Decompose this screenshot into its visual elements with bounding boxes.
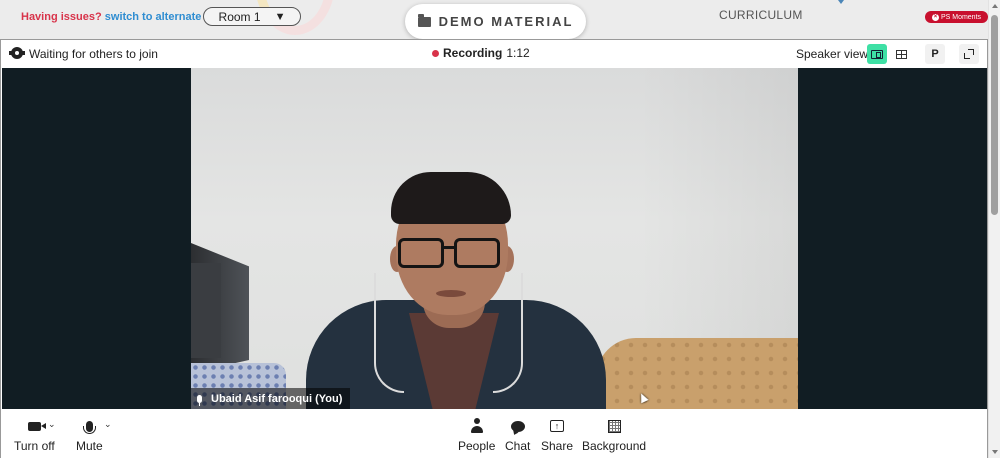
caret-down-icon: ▼	[274, 10, 286, 23]
top-bar: Having issues? switch to alternate room …	[0, 0, 988, 40]
mute-button[interactable]: Mute	[76, 417, 103, 453]
camera-options-chevron-icon[interactable]: ⌄	[48, 419, 56, 430]
person-hair	[391, 172, 511, 224]
people-button[interactable]: People	[458, 417, 495, 453]
recording-time: 1:12	[506, 46, 530, 60]
participant-video[interactable]: Ubaid Asif farooqui (You)	[191, 68, 798, 409]
glasses-right-lens	[454, 238, 500, 268]
view-mode-label: Speaker view	[796, 47, 869, 61]
background-label: Background	[582, 439, 647, 453]
chat-button[interactable]: Chat	[505, 417, 530, 453]
recording-indicator: Recording 1:12	[432, 46, 530, 60]
grid-layout-icon	[895, 49, 907, 59]
microphone-icon	[197, 394, 202, 406]
curriculum-tab[interactable]: CURRICULUM	[719, 8, 803, 22]
person-mouth	[436, 290, 466, 297]
participant-name-tag: Ubaid Asif farooqui (You)	[191, 388, 351, 409]
settings-gear-icon[interactable]	[9, 47, 25, 59]
issues-text: Having issues?	[21, 11, 102, 23]
earphone-wire-left	[374, 273, 404, 393]
chat-label: Chat	[505, 439, 531, 453]
speaker-layout-icon	[871, 49, 883, 59]
mute-label: Mute	[76, 439, 103, 453]
meeting-header: Waiting for others to join Recording 1:1…	[1, 40, 987, 68]
grid-view-button[interactable]	[891, 44, 911, 64]
meeting-status: Waiting for others to join	[29, 47, 158, 61]
mic-options-chevron-icon[interactable]: ⌄	[104, 419, 112, 430]
background-tv-screen	[191, 263, 221, 358]
background-pattern-icon	[607, 419, 621, 433]
demo-material-label: DEMO MATERIAL	[438, 14, 574, 29]
page-scrollbar[interactable]	[988, 0, 1000, 458]
scroll-down-arrow-icon[interactable]	[992, 450, 998, 454]
share-button[interactable]: ↑ Share	[541, 417, 573, 453]
camera-label: Turn off	[14, 439, 55, 453]
people-icon	[470, 418, 483, 434]
scrollbar-thumb[interactable]	[991, 15, 998, 215]
bottom-toolbar: Turn off ⌄ Mute ⌄ People Chat ↑ Share Ba…	[2, 409, 987, 458]
share-screen-icon: ↑	[550, 420, 565, 432]
glasses-bridge	[442, 246, 456, 249]
ps-moments-label: PS Moments	[940, 13, 982, 21]
scroll-up-arrow-icon[interactable]	[992, 4, 998, 8]
p-button-label: P	[931, 48, 939, 60]
meeting-frame: Waiting for others to join Recording 1:1…	[0, 39, 988, 458]
background-sofa	[596, 338, 798, 409]
room-select-value: Room 1	[218, 9, 261, 24]
recording-label: Recording	[443, 46, 503, 60]
recording-dot-icon	[432, 49, 439, 57]
fullscreen-button[interactable]	[959, 44, 979, 64]
people-label: People	[458, 439, 496, 453]
video-camera-icon	[27, 421, 46, 431]
p-button[interactable]: P	[925, 44, 945, 64]
demo-material-button[interactable]: DEMO MATERIAL	[405, 4, 586, 39]
glasses-left-lens	[398, 238, 444, 268]
issues-notice: Having issues? switch to alternate room	[21, 11, 232, 23]
microphone-icon	[82, 420, 96, 434]
chat-bubble-icon	[510, 420, 525, 432]
participant-name: Ubaid Asif farooqui (You)	[211, 392, 343, 405]
ps-moments-badge[interactable]: × PS Moments	[925, 11, 988, 23]
expand-icon	[964, 49, 974, 59]
share-label: Share	[541, 439, 574, 453]
speaker-view-button[interactable]	[867, 44, 887, 64]
folder-icon	[417, 13, 431, 27]
pointer-triangle-icon	[838, 0, 844, 4]
room-select[interactable]: Room 1 ▼	[203, 7, 301, 26]
close-circle-icon: ×	[931, 13, 939, 21]
background-button[interactable]: Background	[582, 417, 646, 453]
earphone-wire-right	[493, 273, 523, 393]
video-stage: Ubaid Asif farooqui (You)	[2, 68, 987, 409]
